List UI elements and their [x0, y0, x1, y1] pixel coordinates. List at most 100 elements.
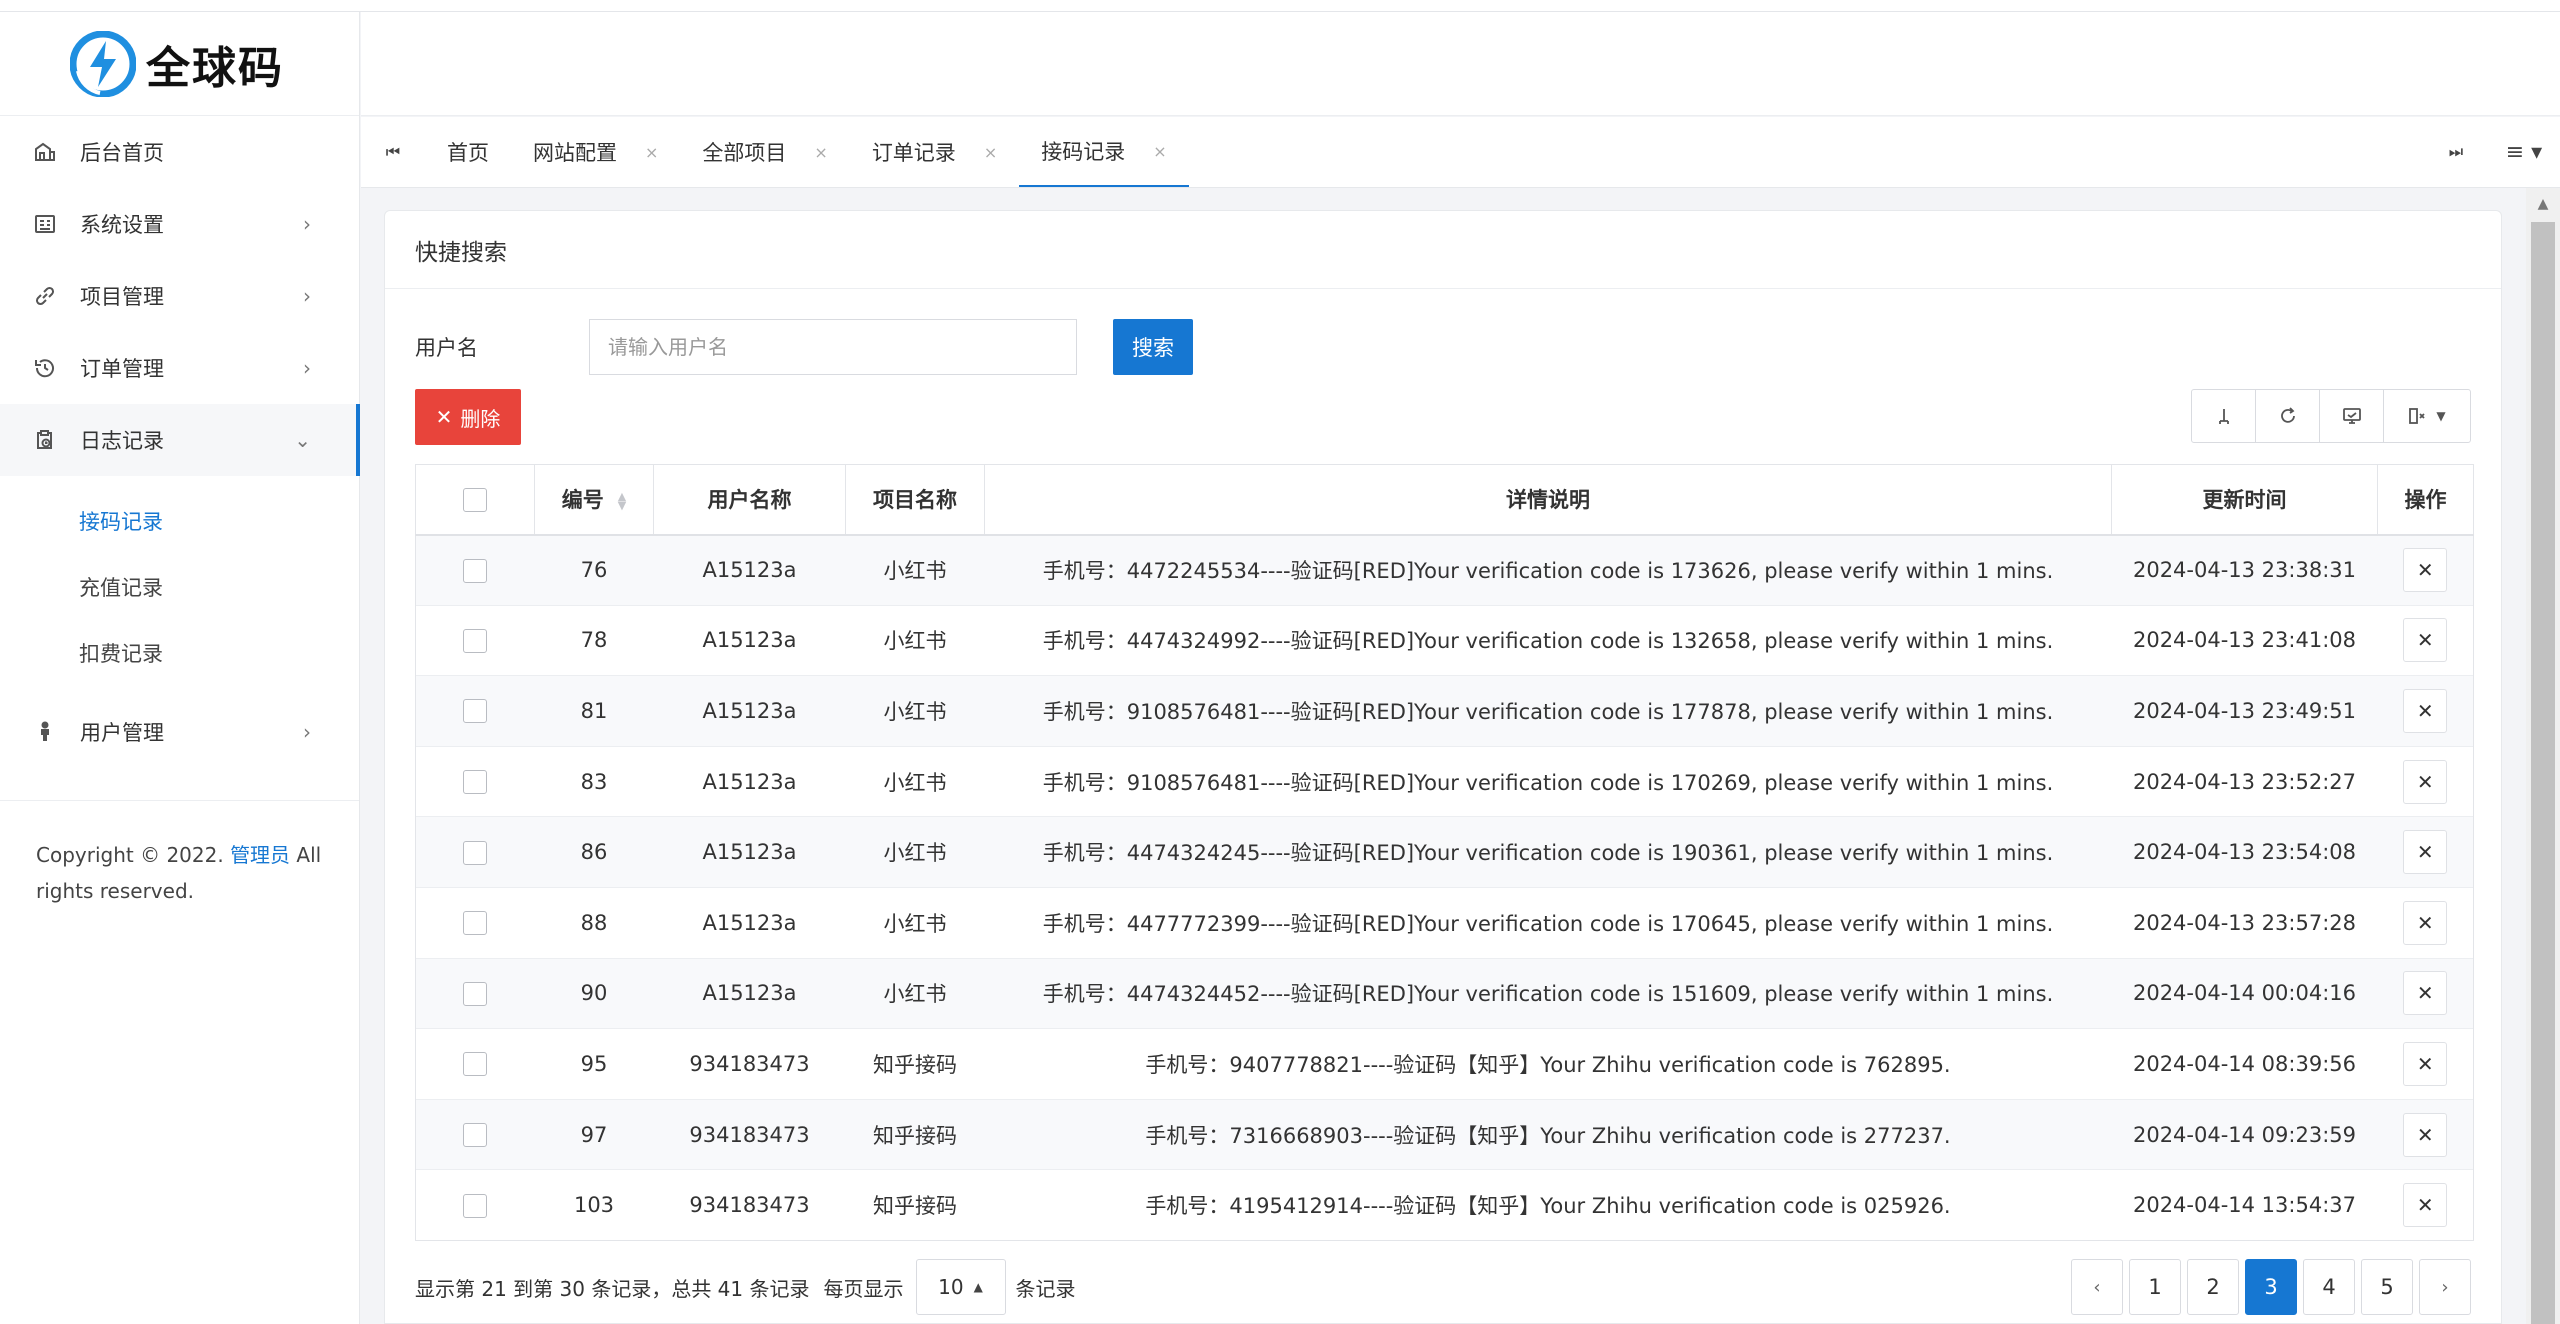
- search-form: 用户名 搜索: [415, 319, 1193, 375]
- cell-id: 95: [534, 1028, 654, 1100]
- page-scrollbar[interactable]: ▲: [2526, 188, 2560, 1324]
- search-button[interactable]: 搜索: [1113, 319, 1193, 375]
- cell-id: 81: [534, 675, 654, 747]
- tab-menu-button[interactable]: ≡ ▾: [2488, 117, 2560, 187]
- header-project: 项目名称: [845, 464, 985, 536]
- row-checkbox[interactable]: [463, 628, 488, 653]
- tab-home[interactable]: 首页: [425, 117, 511, 187]
- sidebar-item-logs[interactable]: 日志记录 ⌄: [0, 404, 360, 476]
- logo[interactable]: 全球码: [0, 12, 359, 116]
- chevron-right-icon: ›: [303, 284, 311, 308]
- chevron-down-icon: ⌄: [294, 428, 311, 452]
- row-delete-button[interactable]: ✕: [2403, 1041, 2448, 1086]
- records-table-wrapper: 编号 ▲ ▼ 用户名称 项目名称 详情说明 更新时间 操作 76 A15123a 小…: [415, 464, 2474, 1241]
- table-row: 88 A15123a 小红书 手机号：4477772399----验证码[RED…: [415, 886, 2474, 959]
- cell-time: 2024-04-13 23:54:08: [2111, 816, 2378, 888]
- main-card: 快捷搜索 用户名 搜索 ✕ 删除 ▼: [384, 210, 2502, 1324]
- submenu-item-deduction-records[interactable]: 扣费记录: [0, 620, 359, 686]
- header-actions: 操作: [2377, 464, 2474, 536]
- row-checkbox[interactable]: [463, 699, 488, 724]
- row-checkbox[interactable]: [463, 1193, 488, 1218]
- tab-site-config[interactable]: 网站配置 ×: [511, 117, 680, 187]
- table-header-row: 编号 ▲ ▼ 用户名称 项目名称 详情说明 更新时间 操作: [415, 464, 2474, 536]
- cell-username: A15123a: [653, 534, 846, 606]
- sidebar-item-project-management[interactable]: 项目管理 ›: [0, 260, 359, 332]
- cell-time: 2024-04-13 23:57:28: [2111, 886, 2378, 959]
- cell-time: 2024-04-14 00:04:16: [2111, 957, 2378, 1029]
- row-checkbox[interactable]: [463, 558, 488, 583]
- page-button-5[interactable]: 5: [2361, 1259, 2413, 1315]
- row-delete-button[interactable]: ✕: [2403, 759, 2448, 804]
- cell-username: A15123a: [653, 745, 846, 817]
- table-toolbar: ▼: [2191, 389, 2471, 443]
- row-delete-button[interactable]: ✕: [2403, 1112, 2448, 1157]
- delete-button[interactable]: ✕ 删除: [415, 389, 521, 445]
- row-checkbox[interactable]: [463, 911, 488, 936]
- page-button-4[interactable]: 4: [2303, 1259, 2355, 1315]
- scroll-thumb[interactable]: [2531, 222, 2555, 1324]
- submenu-item-code-records[interactable]: 接码记录: [0, 488, 359, 554]
- sidebar-item-user-management[interactable]: 用户管理 ›: [0, 696, 359, 768]
- close-icon[interactable]: ×: [814, 143, 827, 162]
- username-search-input[interactable]: [589, 319, 1077, 375]
- row-delete-button[interactable]: ✕: [2403, 1183, 2448, 1228]
- row-checkbox[interactable]: [463, 770, 488, 795]
- row-delete-button[interactable]: ✕: [2403, 971, 2448, 1016]
- top-header: [361, 12, 2560, 116]
- row-delete-button[interactable]: ✕: [2403, 830, 2448, 875]
- cell-id: 90: [534, 957, 654, 1029]
- sidebar-item-order-management[interactable]: 订单管理 ›: [0, 332, 359, 404]
- page-button-3[interactable]: 3: [2245, 1259, 2297, 1315]
- row-delete-button[interactable]: ✕: [2403, 900, 2448, 945]
- sort-icon[interactable]: ▲ ▼: [618, 491, 626, 511]
- row-checkbox[interactable]: [463, 840, 488, 865]
- tab-scroll-last-button[interactable]: ⏭: [2424, 117, 2488, 187]
- cell-detail: 手机号：9407778821----验证码【知乎】Your Zhihu veri…: [984, 1028, 2112, 1100]
- page-button-2[interactable]: 2: [2187, 1259, 2239, 1315]
- scroll-up-arrow[interactable]: ▲: [2526, 188, 2560, 220]
- row-delete-button[interactable]: ✕: [2403, 618, 2448, 663]
- tab-code-records[interactable]: 接码记录 ×: [1019, 117, 1189, 187]
- row-checkbox[interactable]: [463, 981, 488, 1006]
- toggle-view-button[interactable]: [2192, 390, 2256, 442]
- sidebar-item-label: 订单管理: [80, 357, 164, 381]
- sidebar-item-system-settings[interactable]: 系统设置 ›: [0, 188, 359, 260]
- cell-time: 2024-04-13 23:49:51: [2111, 675, 2378, 747]
- cell-time: 2024-04-14 13:54:37: [2111, 1169, 2378, 1241]
- chevron-right-icon: ›: [303, 720, 311, 744]
- page-button-1[interactable]: 1: [2129, 1259, 2181, 1315]
- fullscreen-button[interactable]: [2320, 390, 2384, 442]
- monitor-icon: [2342, 408, 2361, 424]
- row-delete-button[interactable]: ✕: [2403, 688, 2448, 733]
- admin-link[interactable]: 管理员: [230, 843, 290, 867]
- table-row: 97 934183473 知乎接码 手机号：7316668903----验证码【…: [415, 1098, 2474, 1170]
- select-all-checkbox[interactable]: [463, 487, 487, 512]
- row-delete-button[interactable]: ✕: [2403, 548, 2448, 593]
- page-size-select[interactable]: 10 ▲: [915, 1259, 1006, 1315]
- home-icon: [32, 139, 58, 165]
- columns-dropdown-button[interactable]: ▼: [2384, 390, 2470, 442]
- header-select-all[interactable]: [415, 464, 535, 536]
- copyright: Copyright © 2022. 管理员 All rights reserve…: [36, 843, 322, 903]
- tab-all-projects[interactable]: 全部项目 ×: [680, 117, 849, 187]
- per-page-prefix: 每页显示: [823, 1276, 904, 1301]
- tab-order-records[interactable]: 订单记录 ×: [850, 117, 1019, 187]
- tab-scroll-first-button[interactable]: ⏮: [361, 117, 425, 187]
- refresh-button[interactable]: [2256, 390, 2320, 442]
- close-icon[interactable]: ×: [984, 143, 997, 162]
- prev-page-button[interactable]: ‹: [2071, 1259, 2123, 1315]
- row-checkbox[interactable]: [463, 1123, 488, 1148]
- row-checkbox[interactable]: [463, 1052, 488, 1077]
- sidebar-item-dashboard[interactable]: 后台首页: [0, 116, 359, 188]
- header-id[interactable]: 编号 ▲ ▼: [534, 464, 654, 536]
- caret-up-icon: ▲: [973, 1280, 983, 1294]
- close-icon[interactable]: ×: [1153, 142, 1166, 161]
- settings-panel-icon: [32, 211, 58, 237]
- close-icon[interactable]: ×: [645, 143, 658, 162]
- next-page-button[interactable]: ›: [2419, 1259, 2471, 1315]
- cell-project: 知乎接码: [845, 1028, 985, 1100]
- table-row: 76 A15123a 小红书 手机号：4472245534----验证码[RED…: [415, 534, 2474, 606]
- pagination: ‹ 1 2 3 4 5 ›: [2065, 1259, 2471, 1315]
- submenu-item-recharge-records[interactable]: 充值记录: [0, 554, 359, 620]
- cell-username: A15123a: [653, 957, 846, 1029]
